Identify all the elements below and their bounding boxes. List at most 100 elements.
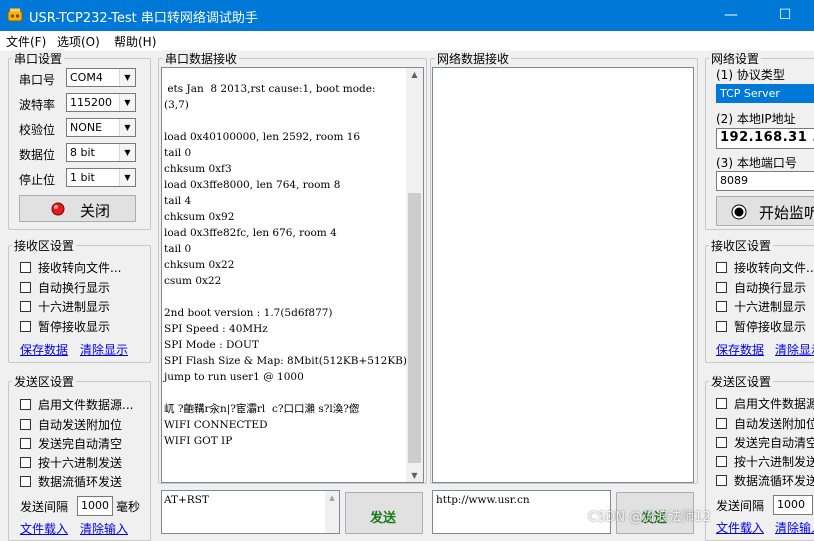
serial-recv-line: jump to run user1 @ 1000: [164, 371, 304, 383]
serial-send-text: AT+RST: [164, 494, 209, 506]
serial-recv-lines: ets Jan 8 2013,rst cause:1, boot mode: (3…: [162, 81, 407, 471]
net-settings-title: 网络设置: [709, 50, 762, 67]
scroll-up-icon[interactable]: ▲: [406, 70, 423, 79]
left-send-opt-hex[interactable]: 按十六进制发送: [20, 454, 122, 471]
serial-recv-line: tail 0: [164, 243, 192, 255]
menu-help[interactable]: 帮助(H): [114, 33, 156, 50]
serial-recv-line: load 0x40100000, len 2592, room 16: [164, 131, 361, 143]
right-recv-opt-pause[interactable]: 暂停接收显示: [716, 318, 806, 335]
net-send-input[interactable]: http://www.usr.cn: [432, 490, 611, 534]
serial-send-label: 发送: [370, 511, 397, 526]
right-send-settings-title: 发送区设置: [709, 373, 774, 390]
right-recv-settings-title: 接收区设置: [709, 237, 774, 254]
serial-recv-title: 串口数据接收: [163, 50, 240, 67]
proto-select[interactable]: TCP Server: [716, 84, 814, 103]
serial-recv-line: SPI Speed : 40MHz: [164, 323, 268, 335]
chevron-down-icon: ▼: [119, 169, 135, 186]
serial-recv-line: ets Jan 8 2013,rst cause:1, boot mode:: [164, 83, 376, 95]
serial-recv-line: chksum 0x22: [164, 259, 235, 271]
left-clear-display-link[interactable]: 清除显示: [80, 341, 128, 358]
right-recv-opt-wrap[interactable]: 自动换行显示: [716, 279, 806, 296]
start-listen-label: 开始监听: [759, 204, 814, 222]
left-clear-input-link[interactable]: 清除输入: [80, 520, 128, 537]
left-recv-opt-file[interactable]: 接收转向文件...: [20, 259, 121, 276]
left-recv-opt-pause[interactable]: 暂停接收显示: [20, 318, 110, 335]
proto-value: TCP Server: [720, 87, 780, 100]
maximize-button[interactable]: ☐: [762, 0, 808, 31]
right-send-opt-file[interactable]: 启用文件数据源...: [716, 395, 814, 412]
left-recv-settings-title: 接收区设置: [12, 237, 77, 254]
close-port-label: 关闭: [80, 202, 111, 220]
right-clear-input-link[interactable]: 清除输入: [775, 519, 814, 536]
right-send-opt-hex[interactable]: 按十六进制发送: [716, 453, 814, 470]
left-send-opt-file[interactable]: 启用文件数据源...: [20, 396, 133, 413]
right-send-opt-loop[interactable]: 数据流循环发送: [716, 472, 814, 489]
left-send-settings-title: 发送区设置: [12, 373, 77, 390]
left-send-opt-loop[interactable]: 数据流循环发送: [20, 473, 122, 490]
ip-input[interactable]: 192.168.31 .1: [716, 128, 814, 149]
left-interval-input[interactable]: 1000: [77, 496, 113, 516]
port-select[interactable]: COM4 ▼: [66, 68, 136, 87]
scroll-thumb[interactable]: [408, 193, 421, 463]
menu-options[interactable]: 选项(O): [57, 33, 100, 50]
stopbits-label: 停止位: [19, 173, 56, 187]
proto-label: (1) 协议类型: [716, 68, 785, 82]
serial-recv-line: 2nd boot version : 1.7(5d6f877): [164, 307, 333, 319]
serial-recv-line: WIFI GOT IP: [164, 435, 233, 447]
stopbits-select[interactable]: 1 bit ▼: [66, 168, 136, 187]
ip-label: (2) 本地IP地址: [716, 112, 796, 126]
title-bar: USR-TCP232-Test 串口转网络调试助手 — ☐: [0, 0, 814, 31]
serial-recv-line: SPI Flash Size & Map: 8Mbit(512KB+512KB): [164, 355, 407, 367]
serial-settings-title: 串口设置: [12, 50, 65, 67]
databits-label: 数据位: [19, 148, 56, 162]
left-recv-opt-wrap[interactable]: 自动换行显示: [20, 279, 110, 296]
serial-recv-area[interactable]: ets Jan 8 2013,rst cause:1, boot mode: (3…: [161, 67, 424, 483]
serial-send-scrollbar[interactable]: ▲: [325, 491, 339, 533]
port-value: COM4: [70, 71, 103, 84]
serial-recv-line: load 0x3ffe8000, len 764, room 8: [164, 179, 341, 191]
right-recv-opt-file[interactable]: 接收转向文件...: [716, 259, 814, 276]
stopbits-value: 1 bit: [70, 171, 95, 184]
red-light-icon: [51, 202, 65, 216]
scroll-down-icon[interactable]: ▼: [406, 471, 423, 480]
left-save-data-link[interactable]: 保存数据: [20, 341, 68, 358]
right-clear-display-link[interactable]: 清除显示: [775, 341, 814, 358]
serial-recv-line: tail 0: [164, 147, 192, 159]
serial-recv-line: load 0x3ffe82fc, len 676, room 4: [164, 227, 337, 239]
baud-select[interactable]: 115200 ▼: [66, 93, 136, 112]
chevron-down-icon: ▼: [119, 119, 135, 136]
right-recv-opt-hex[interactable]: 十六进制显示: [716, 298, 806, 315]
right-file-load-link[interactable]: 文件载入: [716, 519, 764, 536]
left-send-opt-append[interactable]: 自动发送附加位: [20, 416, 122, 433]
local-port-input[interactable]: 8089: [716, 171, 814, 191]
left-recv-opt-hex[interactable]: 十六进制显示: [20, 298, 110, 315]
scroll-up-icon[interactable]: ▲: [325, 494, 339, 502]
menu-bar: 文件(F) 选项(O) 帮助(H): [0, 31, 814, 51]
right-save-data-link[interactable]: 保存数据: [716, 341, 764, 358]
menu-file[interactable]: 文件(F): [6, 33, 46, 50]
serial-recv-line: SPI Mode : DOUT: [164, 339, 259, 351]
baud-value: 115200: [70, 96, 112, 109]
net-send-text: http://www.usr.cn: [436, 494, 530, 506]
start-listen-button[interactable]: 开始监听: [716, 196, 814, 226]
port-label: 串口号: [19, 73, 56, 87]
right-interval-input[interactable]: 1000: [773, 495, 813, 515]
databits-value: 8 bit: [70, 146, 95, 159]
net-recv-area[interactable]: [432, 67, 694, 483]
serial-send-button[interactable]: 发送: [345, 492, 423, 534]
close-port-button[interactable]: 关闭: [19, 195, 136, 222]
right-interval-label: 发送间隔: [716, 499, 765, 513]
serial-recv-line: chksum 0x92: [164, 211, 235, 223]
serial-send-input[interactable]: AT+RST ▲: [161, 490, 340, 534]
serial-recv-line: WIFI CONNECTED: [164, 419, 268, 431]
parity-select[interactable]: NONE ▼: [66, 118, 136, 137]
minimize-button[interactable]: —: [708, 0, 754, 31]
serial-recv-scrollbar[interactable]: ▲ ▼: [406, 68, 423, 482]
right-send-opt-autoclear[interactable]: 发送完自动清空: [716, 434, 814, 451]
databits-select[interactable]: 8 bit ▼: [66, 143, 136, 162]
left-file-load-link[interactable]: 文件载入: [20, 520, 68, 537]
left-send-opt-autoclear[interactable]: 发送完自动清空: [20, 435, 122, 452]
black-light-icon: [731, 204, 747, 220]
right-send-opt-append[interactable]: 自动发送附加位: [716, 415, 814, 432]
parity-value: NONE: [70, 121, 103, 134]
